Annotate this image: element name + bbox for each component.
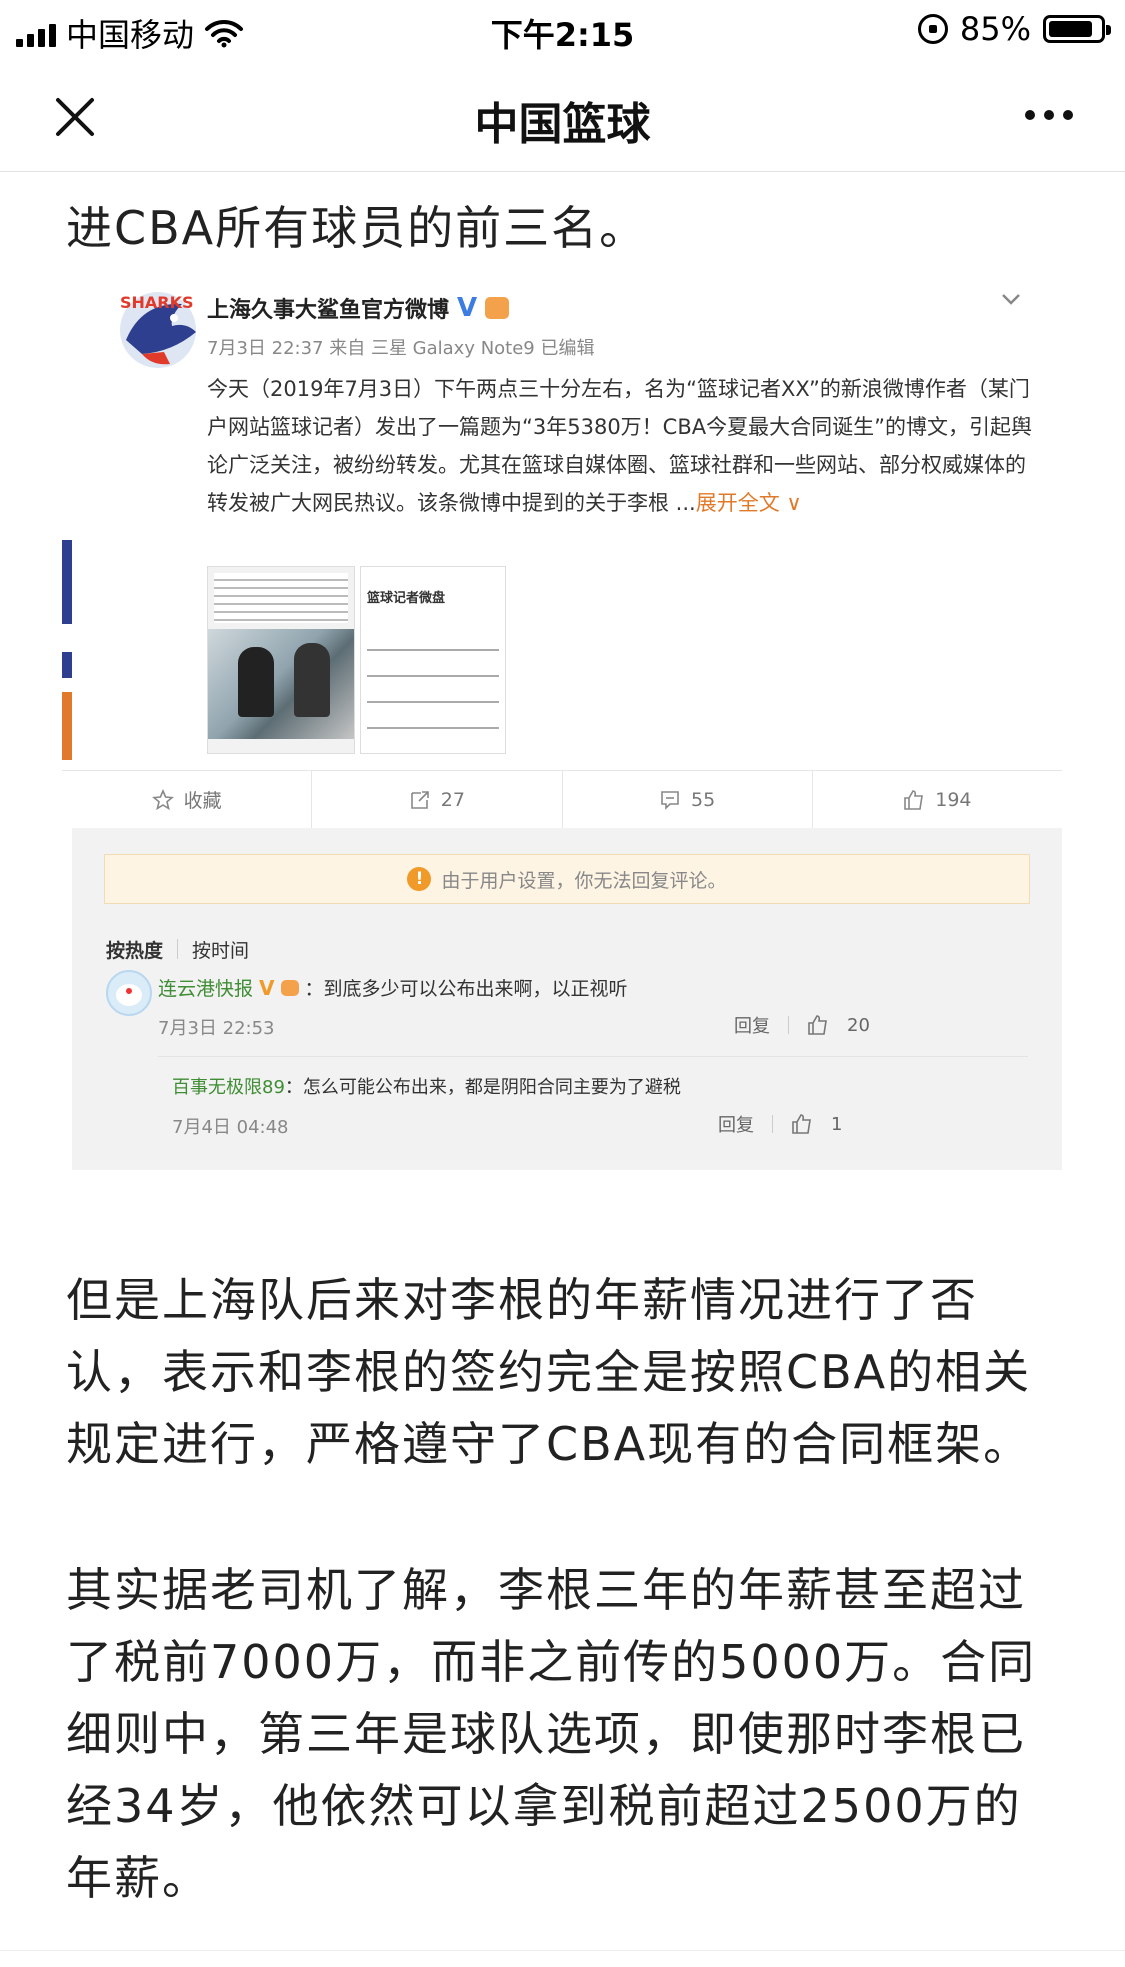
sharks-logo-avatar: SHARKS — [120, 292, 196, 368]
sub-reply-content: 百事无极限89：怎么可能公布出来，都是阴阳合同主要为了避税 — [172, 1073, 681, 1099]
favorite-label: 收藏 — [183, 790, 222, 812]
post-body: 今天（2019年7月3日）下午两点三十分左右，名为“篮球记者XX”的新浪微博作者… — [207, 370, 1037, 522]
comment-like-count: 20 — [847, 1014, 870, 1036]
member-crown-icon — [485, 297, 510, 319]
comment-time: 7月3日 22:53 — [158, 1018, 275, 1039]
article-paragraph-3: 其实据老司机了解，李根三年的年薪甚至超过了税前7000万，而非之前传的5000万… — [66, 1563, 1037, 1905]
bottom-divider — [0, 1950, 1125, 1951]
status-bar: 中国移动 下午2:15 85% — [0, 0, 1125, 60]
like-count: 194 — [935, 788, 972, 811]
battery-percent: 85% — [959, 10, 1031, 48]
comment-actions: 回复 20 — [734, 1012, 870, 1038]
logo-text: SHARKS — [120, 293, 194, 312]
sub-reply: 百事无极限89：怎么可能公布出来，都是阴阳合同主要为了避税 7月4日 04:48… — [158, 1056, 1028, 1144]
notice-text: 由于用户设置，你无法回复评论。 — [441, 869, 727, 892]
rotation-lock-icon — [917, 14, 948, 44]
thumbs-up-icon[interactable] — [807, 1014, 829, 1036]
article-paragraph-1: 进CBA所有球员的前三名。 — [66, 201, 648, 255]
thumb2-title: 篮球记者微盘 — [367, 591, 446, 606]
edge-decoration — [62, 692, 72, 760]
status-right: 85% — [917, 10, 1111, 48]
expand-full-text-link[interactable]: 展开全文 — [696, 491, 780, 515]
commenter-name[interactable]: 连云港快报 — [158, 974, 253, 1001]
comment-reply-button[interactable]: 回复 — [734, 1012, 770, 1038]
sub-reply-time: 7月4日 04:48 — [172, 1117, 289, 1138]
comment-sort-tabs: 按热度 按时间 — [106, 936, 249, 963]
sub-reply-reply-button[interactable]: 回复 — [718, 1111, 754, 1137]
battery-fill — [1049, 21, 1092, 37]
post-author[interactable]: 上海久事大鲨鱼官方微博 V — [207, 292, 510, 324]
favorite-button[interactable]: 收藏 — [62, 771, 313, 828]
post-body-text: 今天（2019年7月3日）下午两点三十分左右，名为“篮球记者XX”的新浪微博作者… — [207, 377, 1032, 515]
warning-icon: ! — [407, 867, 432, 891]
nav-bar: 中国篮球 — [0, 60, 1125, 172]
sub-reply-text: ：怎么可能公布出来，都是阴阳合同主要为了避税 — [284, 1077, 681, 1098]
comment-icon — [661, 790, 679, 810]
commenter-avatar[interactable] — [106, 970, 152, 1016]
edge-decoration — [62, 652, 72, 678]
post-action-bar: 收藏 27 55 194 — [62, 770, 1062, 828]
sub-reply-actions: 回复 1 — [718, 1111, 842, 1137]
comment-button[interactable]: 55 — [563, 771, 813, 828]
edge-decoration — [62, 540, 72, 624]
repost-button[interactable]: 27 — [312, 771, 563, 828]
post-meta: 7月3日 22:37 来自 三星 Galaxy Note9 已编辑 — [207, 338, 595, 359]
article-paragraph-2: 但是上海队后来对李根的年薪情况进行了否认，表示和李根的签约完全是按照CBA的相关… — [66, 1273, 1032, 1471]
thumbs-up-icon[interactable] — [791, 1113, 813, 1135]
post-author-name[interactable]: 上海久事大鲨鱼官方微博 — [207, 292, 449, 324]
embedded-weibo-screenshot: SHARKS 上海久事大鲨鱼官方微博 V 7月3日 22:37 来自 三星 Ga… — [62, 272, 1062, 1170]
comment-content: 连云港快报 V ：到底多少可以公布出来啊，以正视听 — [158, 974, 628, 1001]
battery-icon — [1043, 15, 1111, 43]
repost-icon — [410, 790, 429, 809]
comment-text: ：到底多少可以公布出来啊，以正视听 — [304, 978, 628, 1000]
more-icon[interactable] — [1025, 110, 1073, 120]
like-button[interactable]: 194 — [813, 771, 1062, 828]
member-crown-icon — [280, 979, 299, 996]
repost-count: 27 — [440, 788, 465, 811]
reply-disabled-notice: ! 由于用户设置，你无法回复评论。 — [104, 854, 1030, 904]
thumbs-up-icon — [904, 789, 924, 810]
expand-chevron-icon[interactable]: ∨ — [780, 491, 801, 515]
post-image-2[interactable]: 篮球记者微盘 — [360, 566, 506, 754]
comments-section: ! 由于用户设置，你无法回复评论。 按热度 按时间 连云港快报 V ：到底多少可… — [72, 828, 1062, 1170]
star-icon — [151, 788, 174, 810]
sub-reply-user[interactable]: 百事无极限89 — [172, 1077, 285, 1098]
post-image-1[interactable] — [207, 566, 355, 754]
page-title: 中国篮球 — [474, 99, 651, 150]
chevron-down-icon[interactable] — [1000, 288, 1022, 310]
sort-by-hot-tab[interactable]: 按热度 — [106, 936, 163, 963]
verified-badge-icon: V — [457, 293, 478, 323]
sort-by-time-tab[interactable]: 按时间 — [192, 936, 249, 963]
verified-badge-icon: V — [259, 975, 275, 1000]
comment-count: 55 — [691, 788, 716, 811]
sub-reply-like-count: 1 — [831, 1113, 843, 1135]
